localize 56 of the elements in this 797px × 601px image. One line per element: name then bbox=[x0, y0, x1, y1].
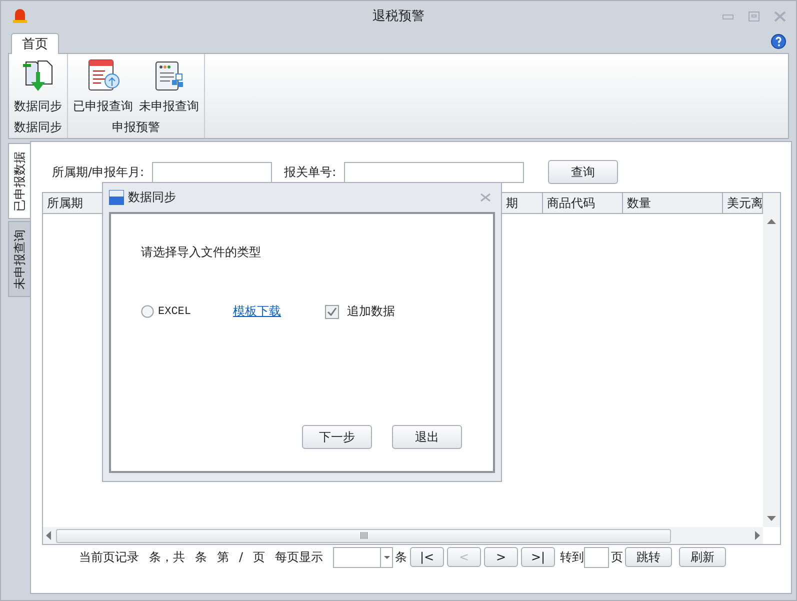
ribbon-button[interactable]: 未申报查询 bbox=[137, 58, 201, 119]
pager-text: 条 bbox=[195, 548, 207, 566]
ribbon-button[interactable]: 数据同步 bbox=[12, 58, 64, 119]
dialog-button[interactable]: 下一步 bbox=[302, 425, 372, 449]
scroll-left-icon[interactable] bbox=[46, 531, 51, 540]
scroll-up-icon[interactable] bbox=[767, 219, 776, 224]
pager-button[interactable]: 跳转 bbox=[625, 547, 672, 567]
close-icon[interactable] bbox=[774, 10, 786, 22]
checkbox[interactable] bbox=[325, 304, 340, 318]
radio-button[interactable] bbox=[141, 305, 154, 318]
maximize-icon[interactable] bbox=[748, 10, 760, 22]
window-title: 退税预警 bbox=[372, 8, 424, 25]
dialog-title: 数据同步 bbox=[128, 189, 176, 206]
template-download-link[interactable]: 模板下载 bbox=[233, 303, 282, 320]
pager-text: 条 bbox=[395, 548, 408, 566]
period-input[interactable] bbox=[152, 162, 272, 182]
pager-text: 转到 bbox=[560, 548, 584, 566]
declaration-number-input[interactable] bbox=[344, 162, 524, 182]
field-label: 报关单号: bbox=[284, 164, 336, 180]
pager-text: 每页显示 bbox=[275, 548, 324, 566]
dialog-button[interactable]: 退出 bbox=[392, 425, 462, 449]
checkbox-label: 追加数据 bbox=[347, 303, 396, 320]
pager-text: 第 bbox=[217, 548, 229, 566]
pager-button[interactable]: 刷新 bbox=[679, 547, 726, 567]
ribbon-button[interactable]: 已申报查询 bbox=[71, 58, 135, 119]
field-label: 所属期/申报年月: bbox=[52, 164, 144, 180]
column-header: 商品代码 bbox=[543, 193, 623, 213]
page-nav-button[interactable]: > bbox=[484, 547, 518, 567]
pager-text: 条，共 bbox=[149, 548, 185, 566]
help-icon[interactable] bbox=[771, 34, 786, 49]
page-nav-button[interactable]: >| bbox=[521, 547, 556, 567]
dropdown-arrow-icon[interactable] bbox=[384, 556, 390, 558]
close-icon[interactable] bbox=[480, 193, 491, 202]
page-number-input[interactable] bbox=[584, 546, 610, 568]
page-nav-button[interactable]: |< bbox=[410, 547, 444, 567]
horizontal-scrollbar[interactable] bbox=[43, 527, 763, 544]
group-label: 数据同步 bbox=[14, 119, 62, 136]
vertical-scrollbar[interactable] bbox=[763, 193, 780, 527]
minimize-icon[interactable] bbox=[722, 12, 734, 20]
column-header: 数量 bbox=[623, 193, 723, 213]
query-button[interactable]: 查询 bbox=[548, 160, 618, 184]
radio-label: EXCEL bbox=[158, 306, 192, 318]
app-logo-icon bbox=[109, 190, 124, 205]
scroll-right-icon[interactable] bbox=[755, 531, 760, 540]
side-tab[interactable]: 已申报数据 bbox=[8, 143, 30, 219]
side-tab[interactable]: 未申报查询 bbox=[8, 221, 30, 297]
pager-text: 页 bbox=[611, 548, 624, 566]
scroll-down-icon[interactable] bbox=[767, 516, 776, 521]
scrollbar-thumb[interactable] bbox=[56, 528, 671, 542]
group-label: 申报预警 bbox=[112, 119, 160, 136]
prompt-text: 请选择导入文件的类型 bbox=[141, 244, 262, 261]
ribbon-tab[interactable]: 首页 bbox=[11, 33, 59, 54]
pager-text: 页 bbox=[253, 548, 266, 566]
siren-icon bbox=[11, 8, 29, 24]
pager-text: / bbox=[239, 550, 244, 564]
pager-text: 当前页记录 bbox=[79, 548, 139, 566]
